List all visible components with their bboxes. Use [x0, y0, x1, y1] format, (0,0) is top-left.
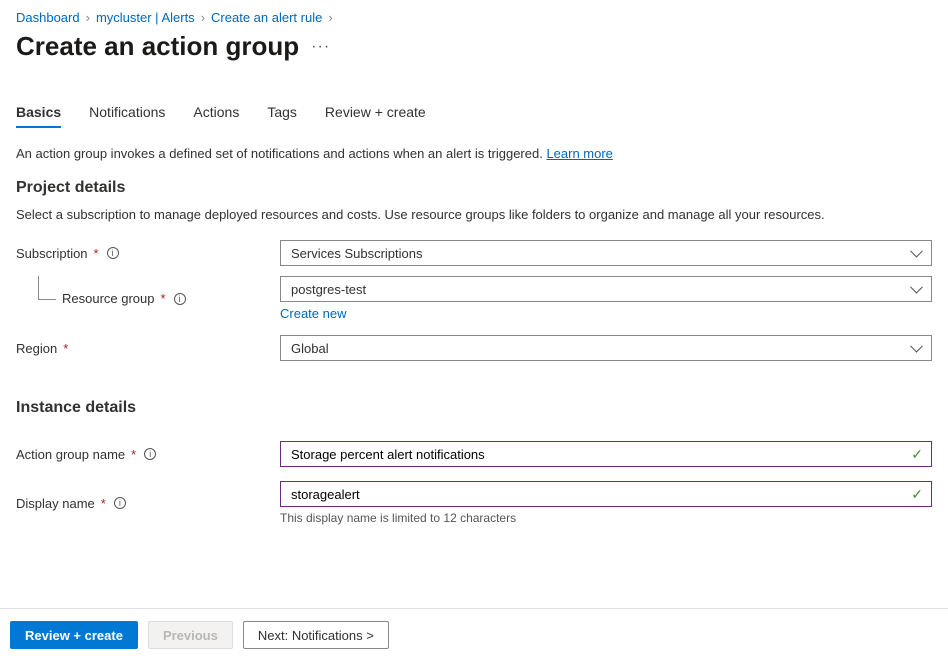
- footer-bar: Review + create Previous Next: Notificat…: [0, 608, 948, 661]
- tab-basics[interactable]: Basics: [16, 102, 61, 128]
- chevron-right-icon: ›: [86, 10, 90, 25]
- checkmark-icon: ✓: [911, 446, 923, 463]
- more-icon[interactable]: ···: [311, 38, 330, 56]
- section-heading-instance: Instance details: [16, 399, 932, 417]
- subscription-select[interactable]: Services Subscriptions: [280, 240, 932, 266]
- chevron-right-icon: ›: [328, 10, 332, 25]
- resource-group-select[interactable]: postgres-test: [280, 276, 932, 302]
- tab-tags[interactable]: Tags: [267, 102, 297, 128]
- learn-more-link[interactable]: Learn more: [546, 146, 612, 161]
- tree-line-icon: [38, 276, 56, 300]
- breadcrumb: Dashboard › mycluster | Alerts › Create …: [16, 10, 932, 25]
- display-name-input[interactable]: ✓: [280, 481, 932, 507]
- subscription-label: Subscription: [16, 246, 88, 261]
- info-icon[interactable]: i: [107, 247, 119, 259]
- required-indicator: *: [101, 496, 106, 511]
- tab-actions[interactable]: Actions: [193, 102, 239, 128]
- breadcrumb-link[interactable]: Dashboard: [16, 10, 80, 25]
- previous-button: Previous: [148, 621, 233, 649]
- breadcrumb-link[interactable]: mycluster | Alerts: [96, 10, 195, 25]
- page-title: Create an action group: [16, 31, 299, 62]
- create-new-link[interactable]: Create new: [280, 306, 346, 321]
- tab-review-create[interactable]: Review + create: [325, 102, 426, 128]
- checkmark-icon: ✓: [911, 486, 923, 503]
- tab-bar: Basics Notifications Actions Tags Review…: [16, 102, 932, 128]
- breadcrumb-link[interactable]: Create an alert rule: [211, 10, 322, 25]
- resource-group-label: Resource group: [62, 291, 155, 306]
- review-create-button[interactable]: Review + create: [10, 621, 138, 649]
- section-heading-project: Project details: [16, 179, 932, 197]
- action-group-name-input[interactable]: ✓: [280, 441, 932, 467]
- required-indicator: *: [161, 291, 166, 306]
- required-indicator: *: [94, 246, 99, 261]
- required-indicator: *: [63, 341, 68, 356]
- info-icon[interactable]: i: [174, 293, 186, 305]
- action-group-name-label: Action group name: [16, 447, 125, 462]
- next-button[interactable]: Next: Notifications >: [243, 621, 389, 649]
- chevron-right-icon: ›: [201, 10, 205, 25]
- region-select[interactable]: Global: [280, 335, 932, 361]
- tab-notifications[interactable]: Notifications: [89, 102, 165, 128]
- region-label: Region: [16, 341, 57, 356]
- intro-text: An action group invokes a defined set of…: [16, 146, 932, 161]
- display-name-label: Display name: [16, 496, 95, 511]
- info-icon[interactable]: i: [144, 448, 156, 460]
- required-indicator: *: [131, 447, 136, 462]
- info-icon[interactable]: i: [114, 497, 126, 509]
- project-details-description: Select a subscription to manage deployed…: [16, 207, 932, 222]
- display-name-hint: This display name is limited to 12 chara…: [280, 511, 932, 525]
